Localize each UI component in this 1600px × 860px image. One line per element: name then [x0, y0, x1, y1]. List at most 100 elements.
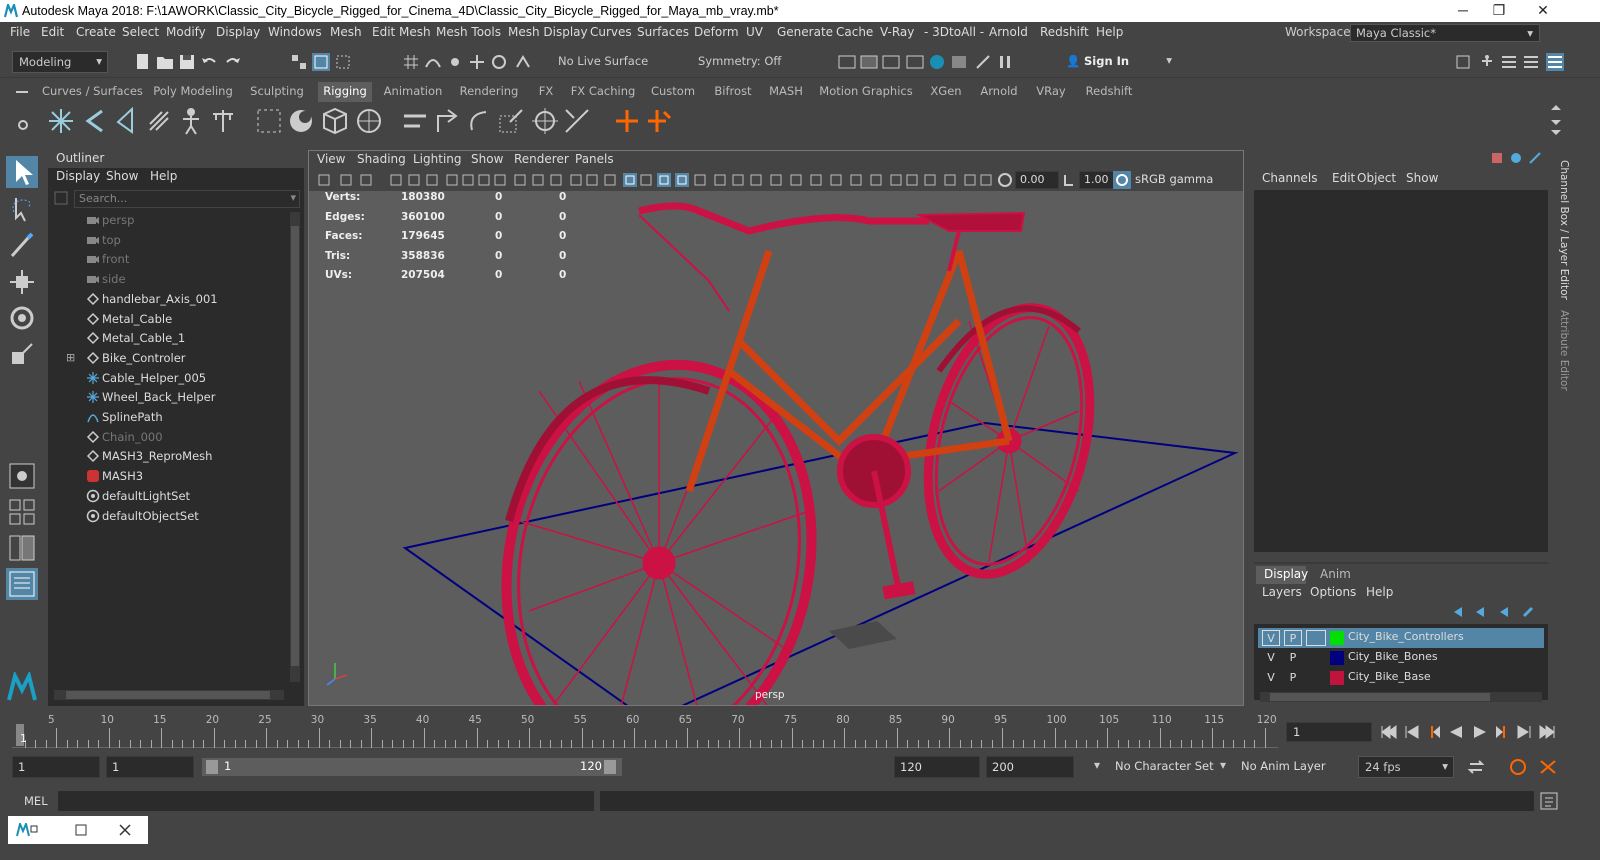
mel-input[interactable]	[58, 791, 594, 811]
shelf-tab-fx[interactable]: FX	[532, 82, 560, 102]
menu-help[interactable]: Help	[1096, 25, 1123, 39]
screen-ao-icon[interactable]	[731, 173, 745, 187]
viewport-menu-renderer[interactable]: Renderer	[514, 152, 569, 166]
cluster-icon[interactable]	[354, 106, 384, 136]
joint-tool-icon[interactable]	[46, 106, 76, 136]
outliner-persp-layout-icon[interactable]	[6, 568, 38, 600]
vray-render-icon[interactable]	[950, 53, 968, 71]
outliner-item[interactable]: handlebar_Axis_001	[86, 289, 218, 309]
layer-playback-toggle[interactable]: P	[1284, 650, 1302, 666]
shelf-tab-motion-graphics[interactable]: Motion Graphics	[816, 82, 916, 102]
paint-weights-icon[interactable]	[286, 106, 316, 136]
layer-tab-display[interactable]: Display	[1256, 566, 1308, 584]
layer-hscrollbar[interactable]	[1260, 692, 1542, 702]
film-gate-icon[interactable]	[461, 173, 475, 187]
frame-all-icon[interactable]	[869, 173, 883, 187]
maximize-button[interactable]: ❐	[1476, 0, 1522, 22]
mirror-joint-icon[interactable]	[112, 106, 142, 136]
viewport-menu-lighting[interactable]: Lighting	[413, 152, 462, 166]
orient-joint-icon[interactable]	[144, 106, 174, 136]
paint-select-tool-icon[interactable]	[6, 230, 38, 262]
layer-playback-toggle[interactable]: P	[1284, 630, 1302, 646]
outliner-item[interactable]: Metal_Cable_1	[86, 328, 185, 348]
range-slider-end-handle[interactable]	[604, 760, 616, 774]
menu-mesh[interactable]: Mesh	[330, 25, 362, 39]
menu-vray[interactable]: V-Ray	[880, 25, 914, 39]
menu-3dtoall[interactable]: - 3DtoAll -	[924, 25, 984, 39]
single-perspective-layout-icon[interactable]	[6, 460, 38, 492]
select-object-icon[interactable]	[312, 53, 330, 71]
render-settings-icon[interactable]	[906, 53, 924, 71]
menu-select[interactable]: Select	[122, 25, 159, 39]
wireframe-on-shaded-icon[interactable]	[623, 173, 637, 187]
layer-reference-toggle[interactable]	[1306, 670, 1326, 686]
menu-create[interactable]: Create	[76, 25, 116, 39]
layer-menu-help[interactable]: Help	[1366, 585, 1393, 599]
layer-menu-options[interactable]: Options	[1310, 585, 1356, 599]
step-back-icon[interactable]	[1404, 724, 1420, 740]
playback-end-field[interactable]: 120	[894, 756, 980, 778]
outliner-scrollbar[interactable]	[290, 212, 300, 682]
insert-joint-icon[interactable]	[80, 106, 110, 136]
vray-ipr-icon[interactable]	[974, 53, 992, 71]
menu-file[interactable]: File	[10, 25, 30, 39]
ik-handle-icon[interactable]	[176, 106, 206, 136]
render-frame-icon[interactable]	[860, 53, 878, 71]
outliner-item[interactable]: top	[86, 230, 121, 250]
script-editor-icon[interactable]	[1540, 792, 1558, 810]
ik-spline-icon[interactable]	[208, 106, 238, 136]
character-set-dropdown[interactable]: No Character Set	[1110, 756, 1216, 778]
scale-tool-icon[interactable]	[6, 338, 38, 370]
cb-menu-show[interactable]: Show	[1406, 171, 1438, 185]
layer-color-swatch[interactable]	[1330, 651, 1344, 665]
image-plane-icon[interactable]	[389, 173, 403, 187]
modeling-toolkit-icon[interactable]	[1454, 53, 1472, 71]
snap-point-icon[interactable]	[446, 53, 464, 71]
menu-uv[interactable]: UV	[746, 25, 763, 39]
layer-action-icons[interactable]	[1450, 604, 1544, 620]
cb-menu-edit[interactable]: Edit	[1332, 171, 1355, 185]
anim-layer-dropdown[interactable]: No Anim Layer	[1236, 756, 1340, 778]
outliner-item[interactable]: ⊞ Bike_Controler	[66, 348, 186, 368]
outliner-hscroll-thumb[interactable]	[66, 691, 270, 699]
channel-box-toggle-icon[interactable]	[1546, 53, 1564, 71]
layer-visibility-toggle[interactable]: V	[1262, 670, 1280, 686]
layer-hscroll-thumb[interactable]	[1270, 693, 1490, 701]
save-scene-icon[interactable]	[178, 53, 196, 71]
outliner-menu-help[interactable]: Help	[150, 169, 177, 183]
menu-modify[interactable]: Modify	[166, 25, 206, 39]
new-scene-icon[interactable]	[134, 53, 152, 71]
shelf-tab-arnold[interactable]: Arnold	[976, 82, 1022, 102]
side-tab-channel-box[interactable]: Channel Box / Layer Editor	[1558, 160, 1570, 300]
current-frame-field[interactable]: 1	[1286, 722, 1372, 742]
menu-curves[interactable]: Curves	[590, 25, 632, 39]
animation-start-field[interactable]: 1	[12, 756, 100, 778]
menu-mesh-tools[interactable]: Mesh Tools	[436, 25, 501, 39]
step-forward-icon[interactable]	[1516, 724, 1532, 740]
color-space-label[interactable]: sRGB gamma	[1135, 172, 1213, 186]
shelf-tab-xgen[interactable]: XGen	[926, 82, 966, 102]
cb-menu-object[interactable]: Object	[1357, 171, 1396, 185]
viewport-menu-show[interactable]: Show	[471, 152, 503, 166]
outliner-item[interactable]: persp	[86, 210, 134, 230]
outliner-item[interactable]: MASH3	[86, 466, 143, 486]
shelf-tab-custom[interactable]: Custom	[646, 82, 700, 102]
outliner-hscrollbar[interactable]	[54, 690, 284, 700]
xray-active-icon[interactable]	[849, 173, 863, 187]
outliner-item[interactable]: side	[86, 269, 126, 289]
layer-color-swatch[interactable]	[1330, 631, 1344, 645]
shadows-icon[interactable]	[713, 173, 727, 187]
menu-windows[interactable]: Windows	[268, 25, 322, 39]
color-management-icon[interactable]	[1113, 171, 1131, 189]
select-tool-icon[interactable]	[6, 156, 38, 188]
shelf-tab-sculpting[interactable]: Sculpting	[246, 82, 308, 102]
layer-tab-anim[interactable]: Anim	[1320, 567, 1351, 581]
layer-menu-layers[interactable]: Layers	[1262, 585, 1302, 599]
gate-mask-icon[interactable]	[493, 173, 507, 187]
default-material-icon[interactable]	[603, 173, 617, 187]
open-scene-icon[interactable]	[156, 53, 174, 71]
symmetry-dropdown[interactable]: Symmetry: Off	[692, 51, 802, 73]
menu-generate[interactable]: Generate	[777, 25, 833, 39]
menu-deform[interactable]: Deform	[694, 25, 739, 39]
auto-key-icon[interactable]	[1508, 758, 1528, 776]
